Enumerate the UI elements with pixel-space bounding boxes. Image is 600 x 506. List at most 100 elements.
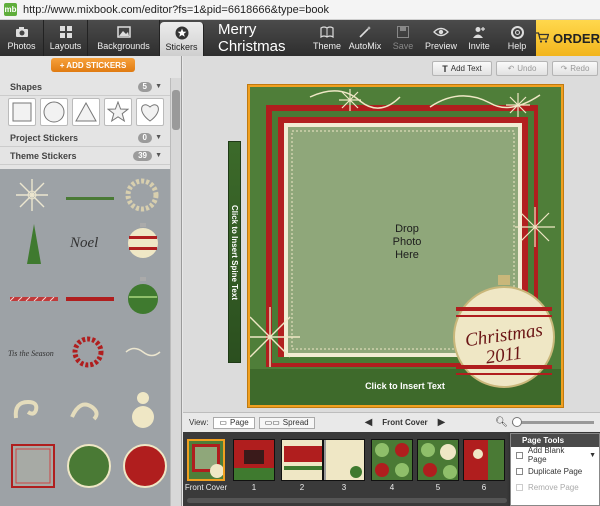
tab-layouts-label: Layouts: [49, 41, 82, 51]
panel-scrollbar-thumb[interactable]: [172, 90, 180, 130]
book-icon: [319, 25, 335, 39]
browser-address-bar[interactable]: mb http://www.mixbook.com/editor?fs=1&pi…: [0, 0, 600, 20]
undo-label: Undo: [517, 64, 537, 73]
spine-text-label: Click to Insert Spine Text: [230, 204, 239, 300]
thumb-page-6[interactable]: [463, 439, 505, 481]
automix-button[interactable]: AutoMix: [346, 20, 384, 56]
tree-sticker[interactable]: [26, 224, 42, 271]
help-label: Help: [507, 41, 527, 51]
red-circle-sticker[interactable]: [122, 443, 168, 492]
thumb-label-2: 2: [299, 483, 305, 492]
section-theme-stickers-count: 39: [133, 151, 152, 161]
duplicate-page-item[interactable]: Duplicate Page: [511, 463, 599, 479]
page-icon: ▭: [219, 418, 227, 427]
project-title[interactable]: Merry Christmas: [204, 20, 308, 56]
candy-ribbon-sticker[interactable]: [9, 293, 58, 305]
view-label: View:: [189, 418, 209, 427]
stickers-panel: + ADD STICKERS Shapes 5 ▼ Project Sticke…: [0, 56, 182, 506]
lifebuoy-icon: [509, 25, 525, 39]
current-page-label: Front Cover: [382, 418, 428, 427]
chevron-down-icon[interactable]: ▼: [589, 452, 596, 459]
triangle-shape-sticker[interactable]: [72, 98, 100, 126]
section-theme-stickers[interactable]: Theme Stickers 39 ▼: [0, 147, 170, 165]
redo-button[interactable]: ↷ Redo: [552, 61, 598, 76]
flourish-sticker[interactable]: [124, 345, 162, 362]
thumb-page-1[interactable]: [233, 439, 275, 481]
remove-page-label: Remove Page: [528, 482, 579, 492]
view-spread-button[interactable]: ▭▭ Spread: [258, 416, 315, 429]
help-button[interactable]: Help: [498, 20, 536, 56]
remove-page-item[interactable]: Remove Page: [511, 479, 599, 495]
undo-button[interactable]: ↶ Undo: [496, 61, 548, 76]
green-ribbon-sticker[interactable]: [66, 193, 114, 205]
tab-backgrounds[interactable]: Backgrounds: [88, 20, 160, 56]
save-button[interactable]: Save: [384, 20, 422, 56]
tab-layouts[interactable]: Layouts: [44, 20, 88, 56]
automix-label: AutoMix: [348, 41, 382, 51]
add-text-label: Add Text: [450, 64, 482, 73]
wreath-sticker[interactable]: [124, 177, 160, 216]
snowflake-sticker[interactable]: [14, 177, 50, 216]
duplicate-page-label: Duplicate Page: [528, 466, 583, 476]
view-page-button[interactable]: ▭ Page: [213, 416, 255, 429]
invite-button[interactable]: Invite: [460, 20, 498, 56]
eye-icon: [433, 25, 449, 39]
preview-button[interactable]: Preview: [422, 20, 460, 56]
red-frame-sticker[interactable]: [10, 443, 56, 492]
theme-button[interactable]: Theme: [308, 20, 346, 56]
view-page-label: Page: [229, 418, 249, 427]
section-project-stickers[interactable]: Project Stickers 0 ▼: [0, 129, 170, 147]
green-ornament-sticker[interactable]: [126, 277, 160, 318]
add-text-button[interactable]: T Add Text: [432, 61, 492, 76]
spine-text-area[interactable]: Click to Insert Spine Text: [228, 141, 241, 363]
noel-text-sticker[interactable]: Noel: [70, 235, 98, 252]
cover-text-box[interactable]: Click to Insert Text: [340, 381, 470, 391]
green-circle-sticker[interactable]: [66, 443, 112, 492]
add-person-icon: [471, 25, 487, 39]
add-stickers-button[interactable]: + ADD STICKERS: [51, 58, 135, 72]
zoom-slider[interactable]: [512, 417, 594, 427]
panel-scrollbar[interactable]: [170, 78, 181, 506]
chevron-down-icon: ▼: [155, 152, 162, 159]
red-wreath-sticker[interactable]: [70, 334, 106, 373]
star-shape-sticker[interactable]: [104, 98, 132, 126]
redo-arrow-icon: ↷: [560, 64, 568, 73]
next-page-icon[interactable]: ▶: [438, 417, 446, 428]
circle-shape-sticker[interactable]: [40, 98, 68, 126]
snowman-sticker[interactable]: [130, 389, 156, 434]
filmstrip-scrollbar[interactable]: [187, 498, 507, 503]
zoom-out-icon[interactable]: 🔍︎: [495, 417, 508, 428]
view-spread-label: Spread: [282, 418, 309, 427]
tab-photos[interactable]: Photos: [0, 20, 44, 56]
ornament-sticker[interactable]: [127, 223, 159, 262]
photo-placeholder[interactable]: Drop Photo Here: [382, 223, 432, 262]
order-label: ORDER: [553, 30, 600, 46]
tis-the-season-text-sticker[interactable]: Tis the Season: [8, 349, 54, 358]
save-label: Save: [392, 41, 414, 51]
add-blank-page-item[interactable]: Add Blank Page ▼: [511, 446, 599, 464]
thumb-front-cover[interactable]: [187, 439, 225, 481]
square-shape-sticker[interactable]: [8, 98, 36, 126]
prev-page-icon[interactable]: ◀: [365, 417, 373, 428]
heart-shape-sticker[interactable]: [136, 98, 164, 126]
thumb-page-2[interactable]: [281, 439, 323, 481]
thumb-page-3[interactable]: [323, 439, 365, 481]
red-ribbon-sticker[interactable]: [66, 293, 114, 305]
section-shapes[interactable]: Shapes 5 ▼: [0, 78, 170, 96]
order-button[interactable]: ORDER: [536, 20, 600, 56]
undo-arrow-icon: ↶: [507, 64, 515, 73]
tab-photos-label: Photos: [7, 41, 36, 51]
thumb-page-4[interactable]: [371, 439, 413, 481]
text-t-icon: T: [442, 63, 448, 74]
cart-icon: [536, 31, 550, 46]
thumb-page-5[interactable]: [417, 439, 459, 481]
thumb-label-6: 6: [481, 483, 487, 492]
zoom-slider-handle[interactable]: [512, 417, 522, 427]
swirl-flourish-sticker[interactable]: [70, 397, 104, 426]
page-tools-menu: Page Tools Add Blank Page ▼ Duplicate Pa…: [510, 433, 600, 506]
url-text[interactable]: http://www.mixbook.com/editor?fs=1&pid=6…: [23, 4, 329, 16]
image-icon: [116, 25, 132, 39]
front-cover-page[interactable]: Drop Photo Here Click to Insert Text Chr…: [248, 85, 563, 407]
tab-stickers[interactable]: Stickers: [160, 22, 204, 56]
swirl-sticker[interactable]: [12, 394, 46, 427]
